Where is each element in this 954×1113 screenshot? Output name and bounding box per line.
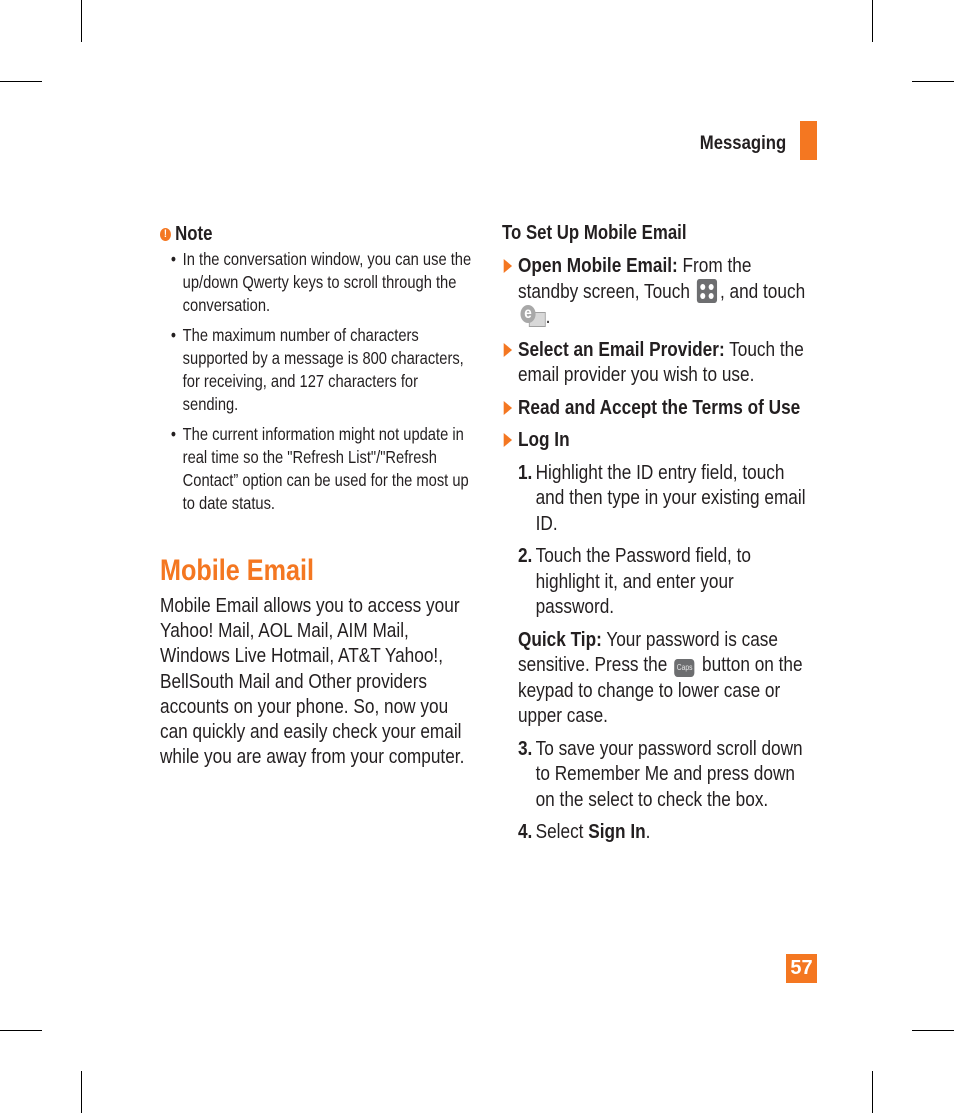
step-label: Log In xyxy=(517,428,570,451)
step-number: 1. xyxy=(517,460,533,484)
login-step: 2. Touch the Password field, to highligh… xyxy=(502,543,811,620)
step-text: To save your password scroll down to Rem… xyxy=(535,736,803,811)
step-number: 2. xyxy=(517,544,533,567)
step-label: Open Mobile Email: xyxy=(517,254,678,277)
arrow-right-icon xyxy=(503,433,513,447)
intro-paragraph: Mobile Email allows you to access your Y… xyxy=(160,594,465,769)
step-text: , and touch xyxy=(719,279,806,303)
setup-heading: To Set Up Mobile Email xyxy=(502,222,687,244)
step-log-in: Log In xyxy=(502,427,811,453)
arrow-right-icon xyxy=(503,400,513,415)
step-accept-terms: Read and Accept the Terms of Use xyxy=(502,395,811,421)
note-item: The maximum number of characters support… xyxy=(160,324,475,416)
mobile-email-icon: e xyxy=(520,305,546,327)
arrow-right-icon xyxy=(503,342,513,357)
page-title: Mobile Email xyxy=(160,554,315,587)
arrow-right-icon xyxy=(503,259,513,273)
page-number: 57 xyxy=(786,954,817,983)
quick-tip-label: Quick Tip: xyxy=(517,627,602,651)
note-item: In the conversation window, you can use … xyxy=(160,248,475,317)
step-label: Select an Email Provider: xyxy=(517,337,725,361)
note-title: Note xyxy=(175,222,213,245)
left-column: ! Note In the conversation window, you c… xyxy=(160,220,475,769)
menu-icon xyxy=(697,278,718,303)
step-open-mobile-email: Open Mobile Email: From the standby scre… xyxy=(502,253,811,330)
exclamation-circle-icon: ! xyxy=(160,227,171,241)
note-item: The current information might not update… xyxy=(160,423,475,515)
quick-tip: Quick Tip: Your password is case sensiti… xyxy=(502,627,811,729)
note-heading: ! Note xyxy=(160,220,475,248)
step-label: Read and Accept the Terms of Use xyxy=(517,395,801,419)
caps-key-icon: Caps xyxy=(674,659,695,677)
login-step: 1. Highlight the ID entry field, touch a… xyxy=(502,460,811,537)
step-text: . xyxy=(545,305,551,328)
crop-mark xyxy=(81,1071,82,1113)
right-column: To Set Up Mobile Email Open Mobile Email… xyxy=(502,220,811,845)
step-select-provider: Select an Email Provider: Touch the emai… xyxy=(502,337,811,388)
section-tab-marker xyxy=(800,121,817,160)
crop-mark xyxy=(0,1030,42,1031)
sign-in-label: Sign In xyxy=(588,820,646,843)
crop-mark xyxy=(0,81,42,82)
crop-mark xyxy=(912,1030,954,1031)
step-text: Touch the Password field, to highlight i… xyxy=(535,544,751,618)
crop-mark xyxy=(81,0,82,42)
step-text: . xyxy=(645,820,651,843)
login-step: 3. To save your password scroll down to … xyxy=(502,736,811,813)
note-list: In the conversation window, you can use … xyxy=(160,248,475,515)
crop-mark xyxy=(872,1071,873,1113)
step-text: Select xyxy=(535,820,589,843)
crop-mark xyxy=(872,0,873,42)
step-number: 4. xyxy=(517,820,533,843)
step-number: 3. xyxy=(517,736,533,760)
crop-mark xyxy=(912,81,954,82)
step-text: Highlight the ID entry field, touch and … xyxy=(535,460,806,535)
login-step: 4. Select Sign In. xyxy=(502,819,811,845)
section-header: Messaging xyxy=(699,133,786,154)
